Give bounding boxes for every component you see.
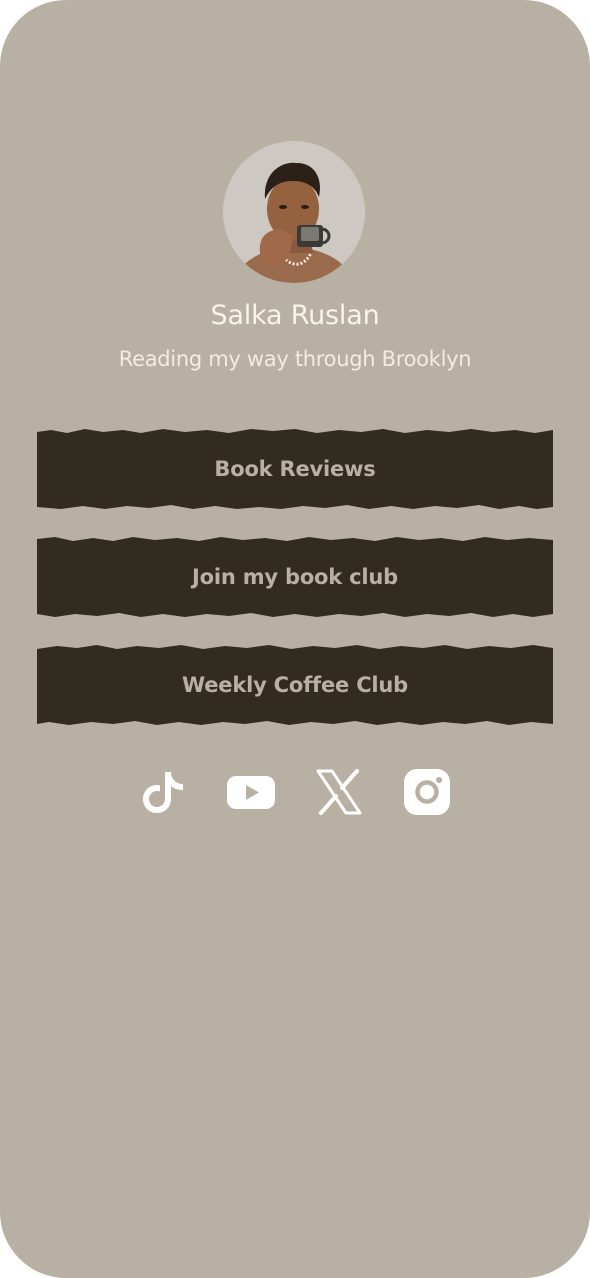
youtube-link[interactable] [227,768,275,816]
instagram-icon [404,769,450,815]
link-button-label: Join my book club [192,565,398,589]
link-button-book-reviews[interactable]: Book Reviews [37,427,553,511]
link-button-label: Book Reviews [214,457,376,481]
profile-name: Salka Ruslan [210,300,380,331]
profile-page: Salka Ruslan Reading my way through Broo… [0,0,590,1278]
profile-avatar [223,141,365,283]
profile-bio: Reading my way through Brooklyn [118,347,472,371]
tiktok-icon [143,772,183,813]
link-button-label: Weekly Coffee Club [182,673,408,697]
youtube-icon [227,776,275,809]
tiktok-link[interactable] [139,768,187,816]
link-button-weekly-coffee-club[interactable]: Weekly Coffee Club [37,643,553,727]
x-icon [316,769,362,815]
link-button-join-book-club[interactable]: Join my book club [37,535,553,619]
instagram-link[interactable] [403,768,451,816]
avatar-photo [223,141,365,283]
x-link[interactable] [315,768,363,816]
